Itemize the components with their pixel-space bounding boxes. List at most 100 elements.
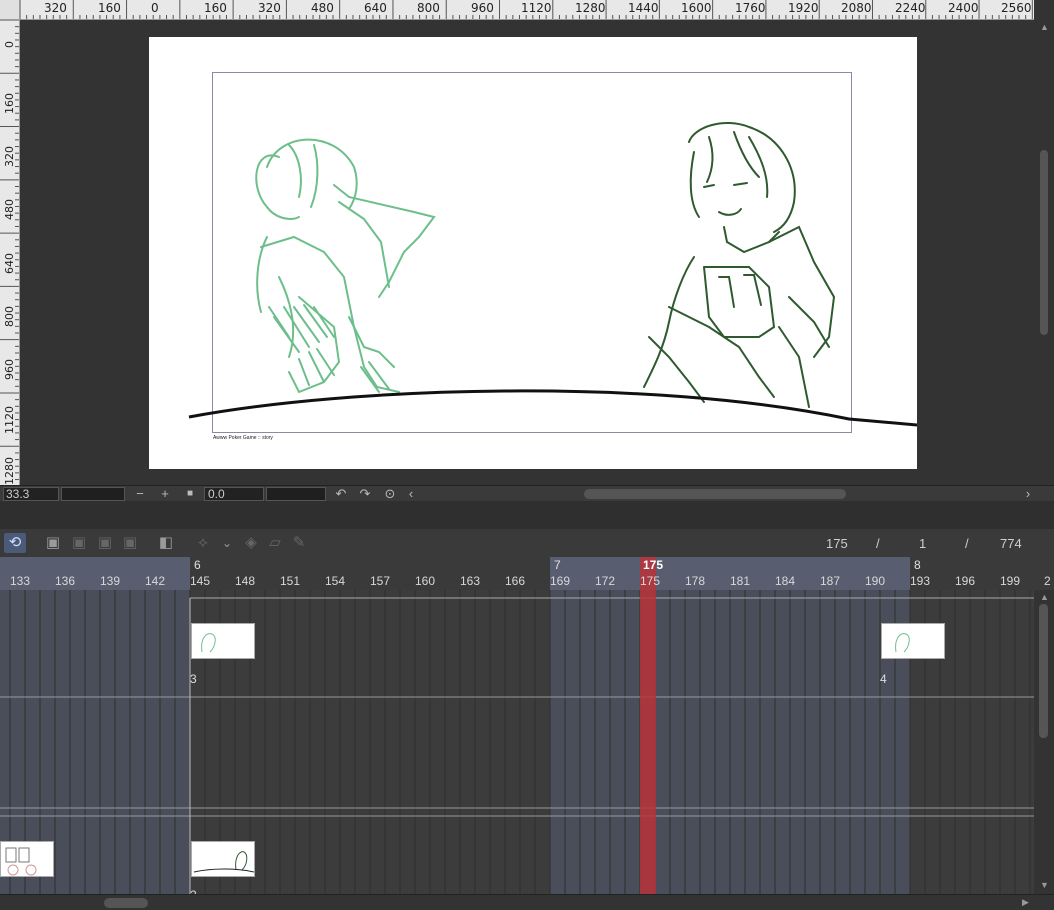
rotate-right-button[interactable]: ↷ [357,486,373,502]
ruler-label: 1280 [575,1,606,15]
timeline-frame-header[interactable]: 6 7 175 8 133 136 139 142 145 148 151 15… [0,557,1054,590]
frame-number: 199 [1000,574,1021,588]
ruler-label: 960 [471,1,494,15]
rotate-left-button[interactable]: ↶ [333,486,349,502]
ruler-label: 480 [3,199,16,220]
ruler-label: 1760 [735,1,766,15]
zoom-slider[interactable] [61,487,125,501]
frame-number: 190 [865,574,886,588]
ruler-label: 960 [3,359,16,380]
ruler-label: 320 [44,1,67,15]
timeline-vertical-scroll-thumb[interactable] [1039,604,1048,738]
ruler-label: 1280 [3,457,16,485]
canvas-area: 320 160 0 160 320 480 640 800 960 1120 1… [0,0,1054,500]
canvas-viewport[interactable]: Awww Poker Game :: story [20,20,1034,485]
onion-skin-icon[interactable]: ◧ [155,533,177,553]
canvas-vertical-scrollbar[interactable]: ▲ [1034,20,1054,485]
cel-thumbnail[interactable] [0,841,54,877]
delete-cel-icon[interactable]: ▣ [119,533,141,553]
timeline-vertical-scrollbar[interactable]: ▲ ▼ [1034,590,1054,894]
current-frame-display[interactable]: 175 [826,536,848,551]
frame-number: 187 [820,574,841,588]
sketch-drawing [188,122,917,427]
timeline-tracks[interactable]: 3 4 2 [0,590,1034,894]
cel-label: 3 [190,672,197,686]
current-frame-label: 175 [643,558,664,572]
canvas-vertical-scroll-thumb[interactable] [1040,150,1048,335]
keyframe-icon[interactable]: ▱ [264,533,286,553]
playhead[interactable] [640,590,656,894]
chevron-down-icon[interactable]: ⌄ [216,533,238,553]
ruler-label: 640 [364,1,387,15]
ruler-label: 800 [3,306,16,327]
scroll-left-arrow[interactable]: ‹ [403,486,419,502]
ruler-label: 800 [417,1,440,15]
cel-thumbnail[interactable] [881,623,945,659]
view-status-bar: 33.3 − + ■ 0.0 ↶ ↷ ⊙ ‹ › [0,485,1054,501]
clear-cel-icon[interactable]: ◈ [240,533,262,553]
zoom-out-button[interactable]: − [132,486,148,502]
frame-number: 139 [100,574,121,588]
rotation-slider[interactable] [266,487,326,501]
ruler-label: 160 [204,1,227,15]
rotation-field[interactable]: 0.0 [204,487,264,501]
timeline-horizontal-scrollbar[interactable]: ▶ [0,894,1054,910]
cut-label: 8 [914,558,921,572]
left-character-sketch [255,138,436,394]
scroll-down-arrow[interactable]: ▼ [1040,880,1049,890]
ruler-label: 320 [258,1,281,15]
zoom-in-button[interactable]: + [157,486,173,502]
frame-number: 148 [235,574,256,588]
frame-number: 157 [370,574,391,588]
canvas-paper[interactable]: Awww Poker Game :: story [149,37,917,469]
cel-thumbnail[interactable] [191,623,255,659]
frame-number: 160 [415,574,436,588]
frame-number: 196 [955,574,976,588]
ruler-label: 640 [3,253,16,274]
cel-count-display: 1 [919,536,927,551]
total-frames-display: 774 [1000,536,1022,551]
horizontal-ruler: 320 160 0 160 320 480 640 800 960 1120 1… [20,0,1034,20]
ruler-label: 1120 [3,406,16,434]
vertical-ruler: 0 160 320 480 640 800 960 1120 1280 [0,20,20,485]
ruler-label: 0 [151,1,159,15]
ruler-corner [0,0,20,20]
timeline-toolbar: ⟲ ▣ ▣ ▣ ▣ ◧ ⟡ ⌄ ◈ ▱ ✎ 175 / 1 / 774 [0,529,1054,557]
loop-playback-icon[interactable]: ⟲ [4,533,26,553]
frame-number: 172 [595,574,616,588]
new-animation-folder-icon[interactable]: ▣ [42,533,64,553]
scroll-right-arrow[interactable]: › [1020,486,1036,502]
frame-number: 175 [640,574,661,588]
scroll-up-arrow[interactable]: ▲ [1040,592,1049,602]
frame-number: 154 [325,574,346,588]
duplicate-cel-icon[interactable]: ▣ [94,533,116,553]
timeline-horizontal-scroll-thumb[interactable] [104,898,148,908]
cel-thumbnail[interactable] [191,841,255,877]
frame-number: 163 [460,574,481,588]
frame-number: 133 [10,574,31,588]
canvas-horizontal-scroll-thumb[interactable] [584,489,846,499]
right-character-sketch [643,122,836,408]
ruler-label: 2400 [948,1,979,15]
frame-number: 178 [685,574,706,588]
frame-number: 145 [190,574,211,588]
canvas-caption: Awww Poker Game :: story [213,435,273,441]
frame-grid [0,590,1034,894]
stop-button[interactable]: ■ [182,486,198,502]
ruler-label: 1440 [628,1,659,15]
specify-cels-icon[interactable]: ⟡ [192,533,214,553]
scroll-right-arrow[interactable]: ▶ [1022,897,1029,908]
ruler-label: 2240 [895,1,926,15]
reset-rotation-button[interactable]: ⊙ [382,486,398,502]
new-cel-icon[interactable]: ▣ [68,533,90,553]
scroll-up-arrow[interactable]: ▲ [1040,22,1049,32]
frame-number: 169 [550,574,571,588]
zoom-field[interactable]: 33.3 [3,487,59,501]
cut-label: 7 [554,558,561,572]
ruler-label: 160 [98,1,121,15]
ruler-label: 0 [3,41,16,48]
count-separator: / [965,536,969,551]
frame-number: 193 [910,574,931,588]
frame-number: 181 [730,574,751,588]
pen-icon[interactable]: ✎ [288,533,310,553]
